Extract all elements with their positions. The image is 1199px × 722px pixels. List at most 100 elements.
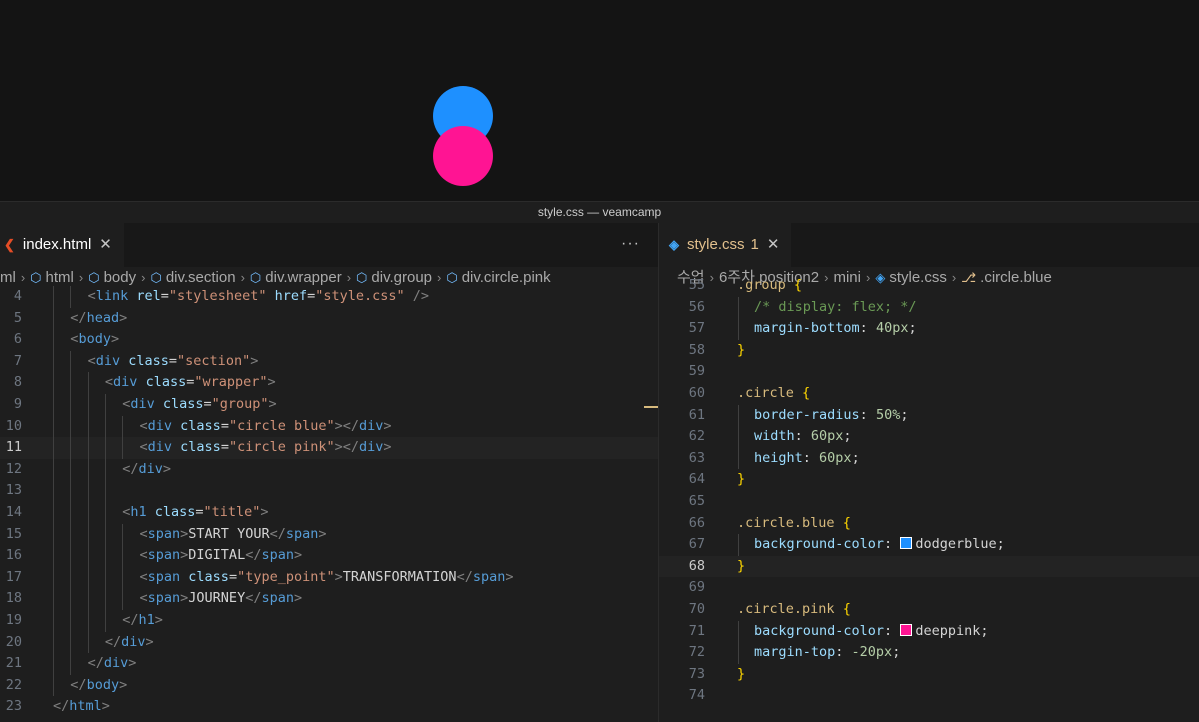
line-number: 71 <box>688 622 705 639</box>
line-number: 16 <box>5 547 22 564</box>
code-text: <span>JOURNEY</span> <box>139 590 303 607</box>
code-text: /* display: flex; */ <box>754 298 917 315</box>
code-text: </div> <box>87 655 137 672</box>
code-line[interactable]: 9 <div class="group"> <box>0 394 658 416</box>
line-number: 7 <box>13 352 22 369</box>
more-actions-icon[interactable]: ··· <box>621 223 640 265</box>
code-line[interactable]: 14 <h1 class="title"> <box>0 502 658 524</box>
code-line[interactable]: 62 width: 60px; <box>659 426 1199 448</box>
code-line[interactable]: 70 .circle.pink { <box>659 599 1199 621</box>
line-number: 15 <box>5 525 22 542</box>
tab-style-css[interactable]: ◈ style.css 1 ✕ <box>659 223 792 267</box>
tab-index-html[interactable]: ❮ index.html ✕ <box>0 223 124 267</box>
code-line[interactable]: 15 <span>START YOUR</span> <box>0 523 658 546</box>
code-line[interactable]: 57 margin-bottom: 40px; <box>659 318 1199 340</box>
line-number: 74 <box>688 687 705 704</box>
line-number: 64 <box>688 471 705 488</box>
code-line[interactable]: 63 height: 60px; <box>659 447 1199 470</box>
line-number: 12 <box>5 460 22 477</box>
line-number: 73 <box>688 665 705 682</box>
line-number: 72 <box>688 644 705 661</box>
code-line[interactable]: 12 </div> <box>0 458 658 481</box>
code-line[interactable]: 59 <box>659 361 1199 383</box>
code-line[interactable]: 56 /* display: flex; */ <box>659 296 1199 319</box>
code-line[interactable]: 22 </body> <box>0 674 658 697</box>
code-text: .circle.blue { <box>737 514 851 531</box>
code-line[interactable]: 74 <box>659 685 1199 707</box>
line-number: 67 <box>688 536 705 553</box>
line-number: 63 <box>688 449 705 466</box>
code-line[interactable]: 71 background-color: deeppink; <box>659 620 1199 643</box>
line-number: 68 <box>688 557 705 574</box>
code-line[interactable]: 55 .group { <box>659 275 1199 297</box>
code-text: <div class="circle pink"></div> <box>139 439 392 456</box>
code-line[interactable]: 58} <box>659 340 1199 362</box>
code-text: <link rel="stylesheet" href="style.css" … <box>87 288 430 304</box>
html-file-icon: ❮ <box>4 237 15 252</box>
code-text: <body> <box>70 331 120 348</box>
editor-pane-html: ❮ index.html ✕ ··· ml › ⬡ html › ⬡ body › ⬡ div.sec… <box>0 223 659 722</box>
code-text: height: 60px; <box>754 449 860 466</box>
code-text: <div class="circle blue"></div> <box>139 417 392 434</box>
css-code-editor[interactable]: 55 .group {56 /* display: flex; */ 57 margin… <box>659 277 1199 722</box>
code-line[interactable]: 65 <box>659 491 1199 513</box>
code-line[interactable]: 16 <span>DIGITAL</span> <box>0 545 658 567</box>
code-text: margin-bottom: 40px; <box>754 320 917 337</box>
code-line[interactable]: 5 </head> <box>0 307 658 330</box>
line-number: 59 <box>688 363 705 380</box>
line-number: 56 <box>688 298 705 315</box>
tab-label: style.css <box>687 236 745 253</box>
code-text: <div class="group"> <box>122 396 277 412</box>
code-line[interactable]: 64} <box>659 469 1199 491</box>
close-icon[interactable]: ✕ <box>99 236 112 253</box>
code-text: width: 60px; <box>754 428 852 445</box>
code-text: </html> <box>53 698 110 715</box>
code-line[interactable]: 6 <body> <box>0 329 658 351</box>
code-line[interactable]: 67 background-color: dodgerblue; <box>659 534 1199 556</box>
line-number: 14 <box>5 504 22 520</box>
code-line[interactable]: 73} <box>659 664 1199 686</box>
code-text: </body> <box>70 676 128 693</box>
editor-pane-css: ◈ style.css 1 ✕ 수업 › 6주차 position2 › mini › ◈ styl… <box>659 223 1199 722</box>
code-line[interactable]: 66 .circle.blue { <box>659 513 1199 535</box>
close-icon[interactable]: ✕ <box>767 236 780 253</box>
code-line[interactable]: 8 <div class="wrapper"> <box>0 372 658 394</box>
line-number: 13 <box>5 482 22 499</box>
code-text: margin-top: -20px; <box>754 644 901 661</box>
code-line[interactable]: 10 <div class="circle blue"></div> <box>0 415 658 438</box>
code-line[interactable]: 18 <span>JOURNEY</span> <box>0 588 658 610</box>
code-text: <div class="wrapper"> <box>104 374 276 391</box>
code-text: </div> <box>122 460 171 477</box>
line-number: 8 <box>13 374 22 391</box>
line-number: 69 <box>688 579 705 596</box>
code-line[interactable]: 60 .circle { <box>659 383 1199 405</box>
line-number: 21 <box>5 655 22 672</box>
code-line[interactable]: 68} <box>659 555 1199 578</box>
browser-preview <box>0 0 1199 201</box>
line-number: 70 <box>688 601 705 617</box>
code-line[interactable]: 11 <div class="circle pink"></div> <box>0 437 658 459</box>
code-text: } <box>737 557 746 574</box>
line-number: 18 <box>5 590 22 607</box>
code-text: <span>DIGITAL</span> <box>139 547 303 564</box>
code-line[interactable]: 21 </div> <box>0 653 658 675</box>
code-line[interactable]: 19 </h1> <box>0 610 658 632</box>
code-line[interactable]: 23 </html> <box>0 696 658 718</box>
code-line[interactable]: 72 margin-top: -20px; <box>659 642 1199 664</box>
code-line[interactable]: 17 <span class="type_point">TRANSFORMATIO… <box>0 566 658 589</box>
code-line[interactable]: 20 </div> <box>0 631 658 654</box>
tab-label: index.html <box>22 236 92 253</box>
line-number: 57 <box>688 320 705 337</box>
line-number: 17 <box>5 568 22 585</box>
line-number: 5 <box>13 309 22 326</box>
code-line[interactable]: 4 <link rel="stylesheet" href="style.css"… <box>0 286 658 308</box>
code-text: <h1 class="title"> <box>122 504 269 520</box>
line-number: 6 <box>13 331 22 348</box>
html-code-editor[interactable]: 4 <link rel="stylesheet" href="style.css"… <box>0 286 658 722</box>
code-line[interactable]: 7 <div class="section"> <box>0 350 658 373</box>
line-number: 66 <box>688 514 705 531</box>
line-number: 62 <box>688 428 705 445</box>
code-line[interactable]: 69 <box>659 577 1199 599</box>
code-line[interactable]: 61 border-radius: 50%; <box>659 404 1199 427</box>
code-line[interactable]: 13 <box>0 480 658 502</box>
